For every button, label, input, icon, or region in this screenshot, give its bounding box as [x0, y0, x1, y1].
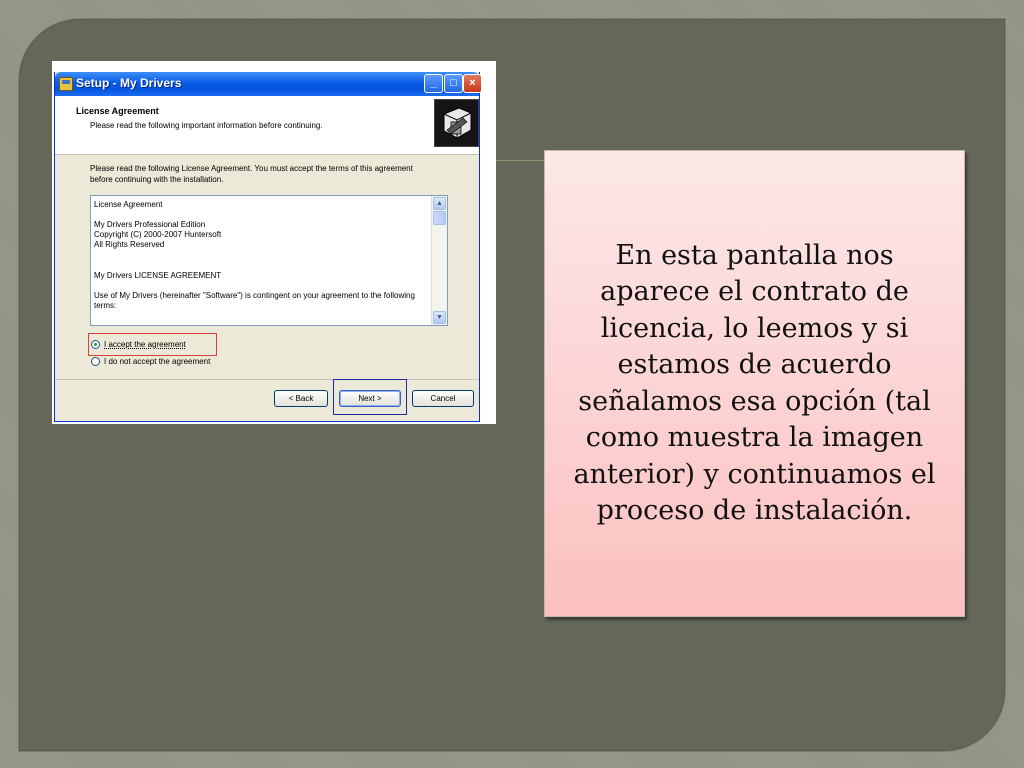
next-button[interactable]: Next > [339, 390, 401, 407]
explanation-box: En esta pantalla nos aparece el contrato… [544, 150, 965, 617]
license-content: License Agreement My Drivers Professiona… [94, 200, 426, 311]
cancel-button[interactable]: Cancel [412, 390, 474, 407]
setup-screenshot: Setup - My Drivers _ □ × License Agreeme… [52, 61, 496, 424]
instructions-text: Please read the following License Agreem… [90, 164, 413, 184]
license-textarea[interactable]: License Agreement My Drivers Professiona… [90, 195, 448, 326]
header-subtitle: Please read the following important info… [90, 121, 323, 130]
license-line: My Drivers Professional Edition [94, 220, 206, 229]
scroll-thumb[interactable] [433, 211, 446, 225]
scroll-up-icon[interactable]: ▲ [433, 197, 446, 210]
setup-app-icon [59, 77, 73, 91]
connector-line [496, 160, 546, 161]
license-line: All Rights Reserved [94, 240, 165, 249]
license-line: Use of My Drivers (hereinafter "Software… [94, 291, 415, 310]
back-button[interactable]: < Back [274, 390, 328, 407]
license-line: Copyright (C) 2000-2007 Huntersoft [94, 230, 222, 239]
accept-label[interactable]: I accept the agreement [104, 340, 186, 349]
license-line: License Agreement [94, 200, 163, 209]
title-bar: Setup - My Drivers _ □ × [55, 72, 482, 96]
setup-window: Setup - My Drivers _ □ × License Agreeme… [54, 72, 482, 422]
window-title: Setup - My Drivers [76, 76, 182, 90]
wizard-header: License Agreement Please read the follow… [55, 96, 479, 155]
license-line: My Drivers LICENSE AGREEMENT [94, 271, 222, 280]
accept-radio-option[interactable]: I accept the agreement [91, 340, 186, 349]
header-title: License Agreement [76, 106, 159, 116]
explanation-text: En esta pantalla nos aparece el contrato… [573, 239, 936, 527]
accept-radio[interactable] [91, 340, 100, 349]
installer-icon [434, 99, 479, 147]
decline-radio[interactable] [91, 357, 100, 366]
decline-label[interactable]: I do not accept the agreement [104, 357, 210, 366]
close-button[interactable]: × [463, 74, 482, 93]
scroll-down-icon[interactable]: ▼ [433, 311, 446, 324]
footer-divider [55, 379, 479, 380]
maximize-button[interactable]: □ [444, 74, 463, 93]
decline-radio-option[interactable]: I do not accept the agreement [91, 357, 210, 366]
minimize-button[interactable]: _ [424, 74, 443, 93]
license-scrollbar[interactable]: ▲ ▼ [431, 196, 447, 325]
